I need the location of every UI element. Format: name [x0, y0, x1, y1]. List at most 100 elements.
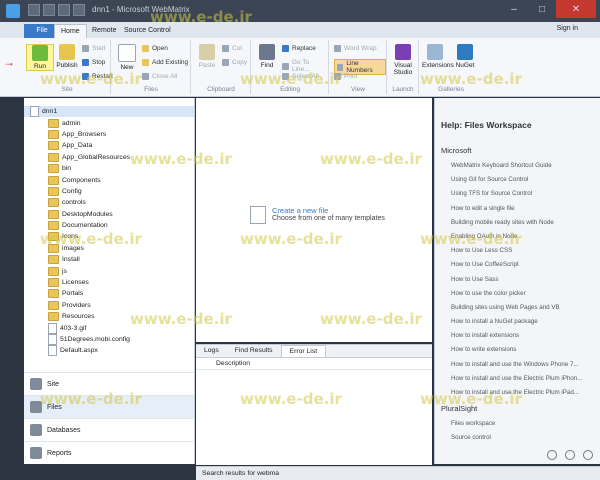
copy-icon: [222, 59, 229, 66]
tab-home[interactable]: Home: [54, 24, 87, 39]
start-button[interactable]: Start: [82, 45, 106, 52]
extensions-button[interactable]: Extensions: [422, 44, 454, 69]
tree-root[interactable]: dnn1: [24, 106, 194, 118]
help-link[interactable]: How to Use Less CSS: [451, 247, 591, 261]
help-link[interactable]: How to install and use the Electric Plum…: [451, 375, 591, 389]
tab-error-list[interactable]: Error List: [280, 345, 327, 357]
tree-folder[interactable]: controls: [24, 197, 194, 208]
replace-button[interactable]: Replace: [282, 45, 316, 52]
print-button[interactable]: Print: [334, 73, 357, 80]
help-link[interactable]: Enabling OAuth in Node: [451, 233, 591, 247]
tree-folder[interactable]: images: [24, 243, 194, 254]
select-all-button[interactable]: Select All: [282, 73, 319, 80]
create-new-file[interactable]: Create a new file Choose from one of man…: [250, 206, 385, 224]
tree-folder[interactable]: bin: [24, 163, 194, 174]
close-all-button[interactable]: Close All: [142, 73, 177, 80]
publish-button[interactable]: Publish: [54, 44, 80, 69]
tree-folder[interactable]: Portals: [24, 288, 194, 299]
folder-icon: [48, 209, 59, 219]
tree-folder[interactable]: Providers: [24, 300, 194, 311]
nav-item-databases[interactable]: Databases: [24, 418, 194, 441]
tree-folder[interactable]: Licenses: [24, 277, 194, 288]
tree-folder[interactable]: Documentation: [24, 220, 194, 231]
stop-button[interactable]: Stop: [82, 59, 105, 66]
site-group: Run Publish Start Stop Restart Site: [24, 40, 113, 94]
cut-icon: [222, 45, 229, 52]
tree-folder[interactable]: Components: [24, 174, 194, 185]
tree-folder[interactable]: App_Browsers: [24, 129, 194, 140]
tree-folder[interactable]: Resources: [24, 311, 194, 322]
tree-folder[interactable]: Install: [24, 254, 194, 265]
new-button[interactable]: New: [114, 44, 140, 71]
gear-icon[interactable]: [565, 450, 575, 460]
help-link[interactable]: Using Git for Source Control: [451, 176, 591, 190]
paste-button[interactable]: Paste: [194, 44, 220, 69]
restart-button[interactable]: Restart: [82, 73, 113, 80]
nav-item-reports[interactable]: Reports: [24, 441, 194, 464]
tab-logs[interactable]: Logs: [196, 345, 227, 357]
nav-item-files[interactable]: Files: [24, 395, 194, 418]
tree-folder[interactable]: App_GlobalResources: [24, 152, 194, 163]
close-button[interactable]: ✕: [556, 0, 596, 18]
undo-icon[interactable]: [43, 4, 55, 16]
help-link[interactable]: How to install and use the Windows Phone…: [451, 361, 591, 375]
redo-icon[interactable]: [58, 4, 70, 16]
help-link[interactable]: How to install and use the Electric Plum…: [451, 389, 591, 403]
help-footer: [547, 450, 593, 460]
help-link[interactable]: How to write extensions: [451, 346, 591, 360]
tree-file[interactable]: 403-3.gif: [24, 322, 194, 334]
help-link[interactable]: How to use the color picker: [451, 290, 591, 304]
create-new-file-link[interactable]: Create a new file: [272, 206, 385, 215]
help-link[interactable]: How to install extensions: [451, 332, 591, 346]
start-icon: [82, 45, 89, 52]
tab-source-control[interactable]: Source Control: [118, 24, 177, 38]
run-button[interactable]: Run: [26, 44, 54, 71]
help-link[interactable]: How to install a NuGet package: [451, 318, 591, 332]
find-button[interactable]: Find: [254, 44, 280, 69]
quick-access-dropdown-icon[interactable]: [73, 4, 85, 16]
folder-icon: [48, 221, 59, 231]
help-link[interactable]: Building mobile ready sites with Node: [451, 219, 591, 233]
tree-folder[interactable]: Config: [24, 186, 194, 197]
copy-button[interactable]: Copy: [222, 59, 247, 66]
sign-in-link[interactable]: Sign in: [557, 25, 578, 32]
tree-folder[interactable]: DesktopModules: [24, 209, 194, 220]
save-icon[interactable]: [28, 4, 40, 16]
help-title: Help: Files Workspace: [441, 120, 532, 130]
help-link[interactable]: How to edit a single file: [451, 205, 591, 219]
help-link[interactable]: How to Use CoffeeScript: [451, 261, 591, 275]
help-link[interactable]: How to Use Sass: [451, 276, 591, 290]
reports-icon: [30, 447, 42, 459]
tree-folder[interactable]: js: [24, 265, 194, 276]
clock-icon[interactable]: [547, 450, 557, 460]
minimize-button[interactable]: –: [500, 0, 528, 18]
nav-item-site[interactable]: Site: [24, 372, 194, 395]
tree-file[interactable]: 51Degrees.mobi.config: [24, 334, 194, 345]
nuget-button[interactable]: NuGet: [452, 44, 478, 69]
maximize-button[interactable]: □: [528, 0, 556, 18]
ribbon: Run Publish Start Stop Restart Site New …: [0, 38, 600, 97]
pluralsight-link[interactable]: Files workspace: [451, 420, 495, 434]
folder-icon: [48, 255, 59, 265]
tree-folder[interactable]: admin: [24, 117, 194, 128]
go-to-line-button[interactable]: Go To Line...: [282, 59, 328, 73]
add-existing-button[interactable]: Add Existing: [142, 59, 188, 66]
tree-file[interactable]: Default.aspx: [24, 345, 194, 357]
open-button[interactable]: Open: [142, 45, 168, 52]
left-strip: [0, 98, 24, 480]
visual-studio-button[interactable]: Visual Studio: [390, 44, 416, 76]
tree-folder[interactable]: Icons: [24, 231, 194, 242]
cut-button[interactable]: Cut: [222, 45, 242, 52]
help-link[interactable]: WebMatrix Keyboard Shortcut Guide: [451, 162, 591, 176]
word-wrap-button[interactable]: Word Wrap: [334, 45, 377, 52]
description-column-header[interactable]: Description: [196, 358, 432, 370]
tree-folder[interactable]: App_Data: [24, 140, 194, 151]
tab-find-results[interactable]: Find Results: [227, 345, 281, 357]
help-link[interactable]: Using TFS for Source Control: [451, 190, 591, 204]
folder-icon: [48, 129, 59, 139]
pluralsight-link[interactable]: Source control: [451, 434, 495, 448]
folder-icon: [48, 175, 59, 185]
pin-icon[interactable]: [583, 450, 593, 460]
folder-icon: [48, 289, 59, 299]
help-link[interactable]: Building sites using Web Pages and VB: [451, 304, 591, 318]
